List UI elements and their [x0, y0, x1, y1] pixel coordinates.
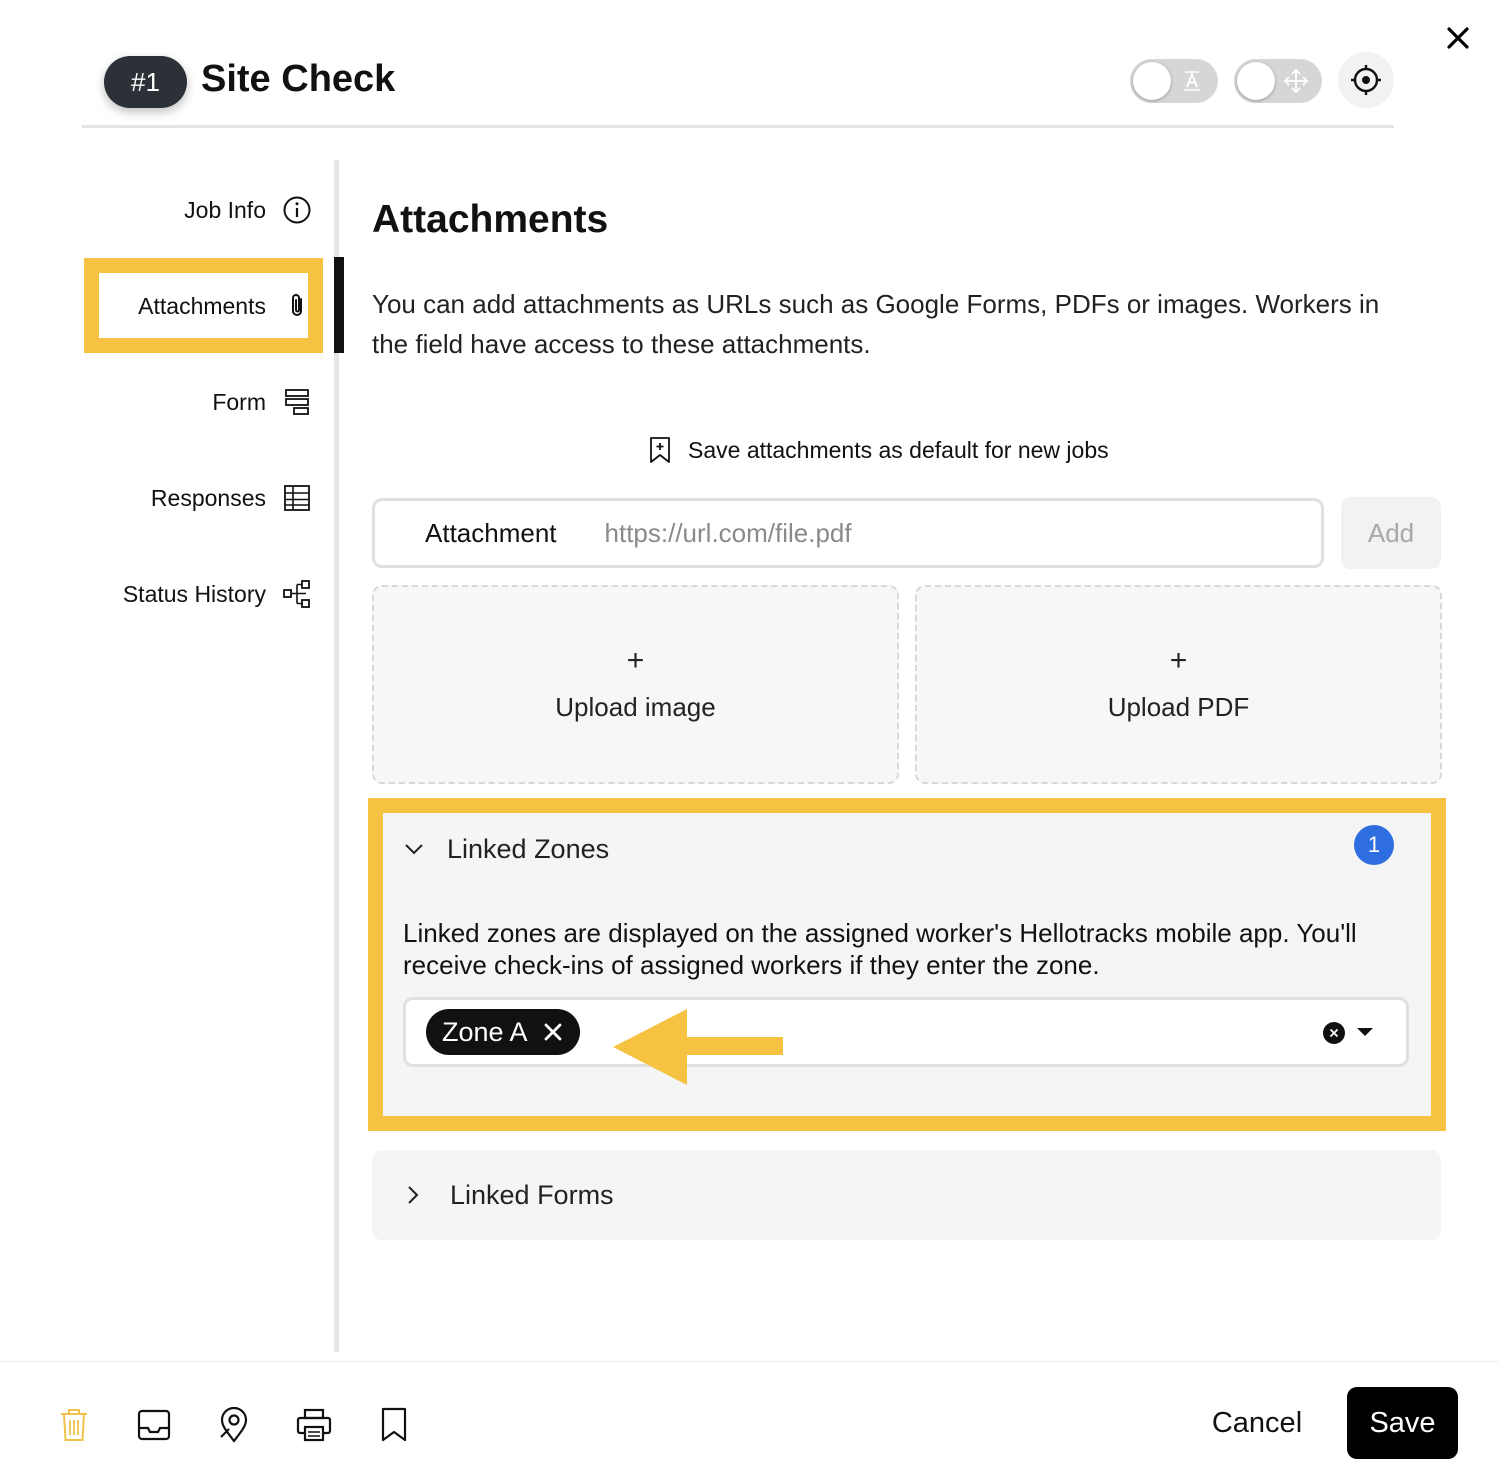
add-attachment-button[interactable]: Add — [1341, 497, 1441, 569]
crosshair-icon — [1351, 65, 1381, 95]
remove-zone-button[interactable] — [542, 1021, 564, 1043]
chevron-down-icon — [405, 844, 423, 855]
linked-zones-panel: Linked Zones 1 Linked zones are displaye… — [368, 798, 1446, 1131]
sidebar-active-indicator — [334, 257, 344, 353]
zone-multiselect[interactable]: Zone A — [403, 997, 1409, 1067]
close-icon — [1447, 27, 1469, 49]
annotation-arrow-icon — [613, 1009, 783, 1085]
upload-pdf-label: Upload PDF — [1107, 692, 1250, 722]
trash-icon — [61, 1409, 87, 1441]
sidebar-item-job-info[interactable]: Job Info — [184, 190, 312, 230]
sidebar-item-label: Attachments — [138, 292, 266, 319]
location-button[interactable] — [214, 1405, 254, 1445]
linked-zones-description: Linked zones are displayed on the assign… — [403, 918, 1357, 980]
close-button[interactable] — [1440, 20, 1476, 56]
job-number-badge: #1 — [104, 56, 187, 108]
sidebar-item-label: Responses — [150, 484, 266, 511]
inbox-icon — [137, 1409, 171, 1441]
attachment-url-field: Attachment — [372, 498, 1324, 568]
upload-pdf-button[interactable]: + Upload PDF — [915, 585, 1442, 784]
linked-zones-toggle[interactable]: Linked Zones — [403, 831, 609, 867]
cancel-button[interactable]: Cancel — [1196, 1392, 1318, 1454]
save-default-attachments-button[interactable]: Save attachments as default for new jobs — [648, 432, 1109, 468]
sidebar-item-form[interactable]: Form — [212, 382, 312, 422]
form-icon — [282, 387, 312, 417]
clear-icon — [1329, 1028, 1339, 1038]
move-toggle[interactable] — [1234, 59, 1322, 103]
hierarchy-icon — [282, 579, 312, 609]
sidebar-item-label: Form — [212, 388, 266, 415]
bookmark-button[interactable] — [374, 1405, 414, 1445]
linked-forms-toggle[interactable]: Linked Forms — [402, 1177, 614, 1213]
chevron-right-icon — [408, 1186, 419, 1204]
sidebar-item-status-history[interactable]: Status History — [123, 574, 312, 614]
sidebar-item-attachments[interactable]: Attachments — [138, 286, 312, 326]
table-icon — [282, 483, 312, 513]
toggle-knob — [1237, 62, 1275, 100]
save-button[interactable]: Save — [1347, 1387, 1458, 1459]
toggle-knob — [1133, 62, 1171, 100]
page-title: Attachments — [372, 198, 609, 241]
inbox-button[interactable] — [134, 1405, 174, 1445]
plus-icon: + — [626, 644, 645, 677]
move-arrows-icon — [1283, 68, 1309, 94]
printer-icon — [296, 1408, 332, 1442]
zone-dropdown-caret[interactable] — [1357, 1028, 1373, 1036]
bookmark-icon — [381, 1407, 407, 1442]
zone-chip: Zone A — [426, 1009, 580, 1055]
save-default-label: Save attachments as default for new jobs — [688, 436, 1109, 463]
linked-zones-count-badge: 1 — [1354, 825, 1394, 865]
clear-zones-button[interactable] — [1323, 1022, 1345, 1044]
locate-button[interactable] — [1338, 52, 1394, 108]
attachment-url-input[interactable] — [604, 517, 1205, 549]
zone-chip-label: Zone A — [442, 1016, 528, 1047]
job-header: #1 Site Check — [82, 40, 1394, 128]
label-toggle[interactable] — [1130, 59, 1218, 103]
text-label-icon — [1184, 71, 1200, 91]
sidebar-item-responses[interactable]: Responses — [151, 478, 312, 518]
upload-image-label: Upload image — [555, 692, 716, 722]
paperclip-icon — [282, 291, 312, 321]
linked-forms-panel[interactable]: Linked Forms — [372, 1150, 1441, 1240]
attachment-field-label: Attachment — [425, 517, 557, 548]
upload-image-button[interactable]: + Upload image — [372, 585, 899, 784]
delete-button[interactable] — [54, 1405, 94, 1445]
print-button[interactable] — [294, 1405, 334, 1445]
bookmark-plus-icon — [650, 437, 670, 463]
map-pin-icon — [220, 1407, 248, 1443]
attachments-description: You can add attachments as URLs such as … — [372, 289, 1380, 359]
job-title: Site Check — [201, 58, 396, 100]
plus-icon: + — [1169, 644, 1188, 677]
close-icon — [544, 1023, 561, 1041]
linked-zones-title: Linked Zones — [447, 833, 610, 864]
sidebar-item-label: Status History — [122, 580, 266, 607]
sidebar-item-label: Job Info — [184, 196, 266, 223]
linked-forms-title: Linked Forms — [450, 1179, 614, 1210]
info-circle-icon — [282, 195, 312, 225]
